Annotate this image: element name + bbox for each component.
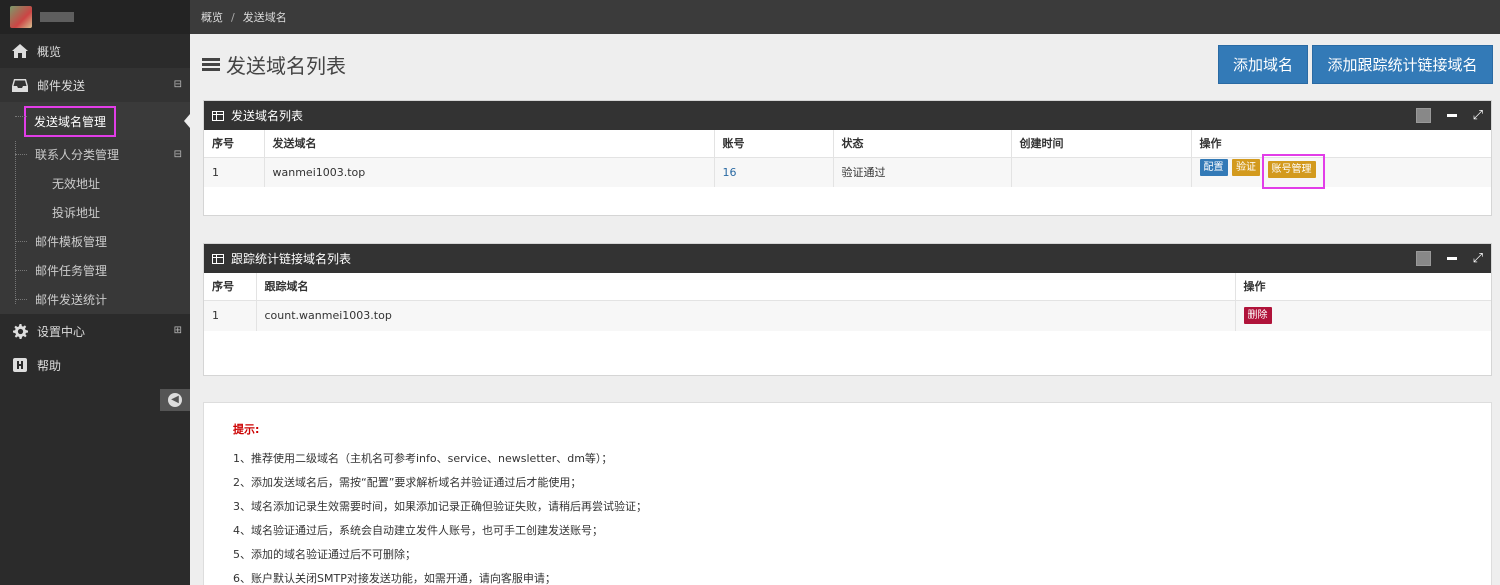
row-actions: 配置 验证 账号管理 — [1191, 153, 1491, 189]
table-icon — [212, 110, 224, 121]
minimize-icon[interactable] — [1446, 114, 1457, 117]
sidebar-item-help[interactable]: 帮助 — [0, 348, 190, 382]
fullscreen-icon[interactable]: ⤢ — [1473, 109, 1483, 122]
account-count-link[interactable]: 16 — [723, 166, 737, 179]
color-picker-icon[interactable] — [1415, 251, 1431, 266]
home-icon — [12, 43, 28, 59]
sidebar-item-mail-send[interactable]: 邮件发送 ⊟ — [0, 68, 190, 102]
column-header: 跟踪域名 — [256, 273, 1236, 301]
sidebar-item-label: 邮件发送 — [37, 78, 86, 93]
tracking-domain-panel: 跟踪统计链接域名列表 ⤢ 序号 跟踪域名 操作 1 count.wanmei10… — [203, 243, 1492, 376]
column-header: 操作 — [1191, 130, 1491, 158]
panel-title: 跟踪统计链接域名列表 — [231, 252, 352, 266]
breadcrumb-current: 发送域名 — [242, 11, 287, 24]
mail-send-submenu: 发送域名管理 联系人分类管理 ⊟ 无效地址 投诉地址 邮件模板管理 邮件任务管理… — [0, 102, 190, 314]
sidebar-item-mail-template[interactable]: 邮件模板管理 — [0, 227, 190, 256]
config-button[interactable]: 配置 — [1199, 158, 1228, 176]
sidebar-item-invalid-address[interactable]: 无效地址 — [0, 169, 190, 198]
sidebar-item-label: 邮件发送统计 — [35, 293, 108, 307]
minimize-icon[interactable] — [1446, 257, 1457, 260]
color-picker-icon[interactable] — [1415, 108, 1431, 123]
tip-line: 2、添加发送域名后，需按“配置”要求解析域名并验证通过后才能使用； — [233, 476, 582, 489]
sidebar-item-send-domain[interactable]: 发送域名管理 — [0, 102, 190, 140]
column-header: 账号 — [714, 130, 834, 158]
breadcrumb: 概览 / 发送域名 — [190, 0, 1500, 34]
expand-toggle-icon[interactable]: ⊞ — [174, 325, 182, 336]
brand — [0, 0, 190, 34]
row-status: 验证通过 — [833, 157, 1012, 187]
row-created — [1011, 157, 1192, 187]
tips-title: 提示: — [233, 423, 260, 436]
help-h-icon — [12, 357, 28, 373]
username-blurred — [40, 12, 74, 22]
tracking-domain-table: 序号 跟踪域名 操作 1 count.wanmei1003.top 删除 — [204, 273, 1491, 331]
tip-line: 3、域名添加记录生效需要时间，如果添加记录正确但验证失败，请稍后再尝试验证； — [233, 500, 647, 513]
sidebar: 概览 邮件发送 ⊟ 发送域名管理 联系人分类管理 ⊟ 无效地址 投诉地址 邮件模… — [0, 0, 190, 585]
add-tracking-domain-button[interactable]: 添加跟踪统计链接域名 — [1312, 45, 1493, 84]
tip-line: 1、推荐使用二级域名（主机名可参考info、service、newsletter… — [233, 452, 613, 465]
row-actions: 删除 — [1235, 300, 1491, 331]
panel-header: 发送域名列表 ⤢ — [204, 101, 1491, 130]
sidebar-collapse-button[interactable]: ◀ — [160, 389, 190, 411]
column-header: 状态 — [833, 130, 1012, 158]
column-header: 发送域名 — [264, 130, 715, 158]
row-account[interactable]: 16 — [714, 157, 834, 187]
sidebar-item-contact-category[interactable]: 联系人分类管理 ⊟ — [0, 140, 190, 169]
column-header: 操作 — [1235, 273, 1491, 301]
highlight-box: 账号管理 — [1261, 153, 1325, 189]
send-domain-panel: 发送域名列表 ⤢ 序号 发送域名 账号 状态 创建时间 操作 1 wanmei1… — [203, 100, 1492, 216]
account-management-button[interactable]: 账号管理 — [1267, 160, 1316, 178]
page-title-area: 发送域名列表 — [202, 46, 346, 82]
inbox-icon — [12, 77, 28, 93]
row-index: 1 — [204, 157, 265, 187]
delete-button[interactable]: 删除 — [1243, 307, 1272, 325]
panel-header: 跟踪统计链接域名列表 ⤢ — [204, 244, 1491, 273]
collapse-toggle-icon[interactable]: ⊟ — [174, 149, 182, 160]
sidebar-item-label: 设置中心 — [37, 324, 86, 339]
row-index: 1 — [204, 300, 257, 331]
sidebar-item-mail-task[interactable]: 邮件任务管理 — [0, 256, 190, 285]
avatar[interactable] — [10, 6, 32, 28]
column-header: 创建时间 — [1011, 130, 1192, 158]
arrow-left-circle-icon: ◀ — [168, 393, 182, 407]
sidebar-item-label: 邮件任务管理 — [35, 264, 108, 278]
list-icon — [202, 57, 220, 71]
table-icon — [212, 253, 224, 264]
row-domain: count.wanmei1003.top — [256, 300, 1236, 331]
tip-line: 4、域名验证通过后，系统会自动建立发件人账号，也可手工创建发送账号； — [233, 524, 603, 537]
sidebar-item-label: 邮件模板管理 — [35, 235, 108, 249]
tips-panel: 提示: 1、推荐使用二级域名（主机名可参考info、service、newsle… — [203, 402, 1492, 585]
sidebar-item-label: 联系人分类管理 — [35, 148, 120, 162]
collapse-toggle-icon[interactable]: ⊟ — [174, 79, 182, 90]
send-domain-table: 序号 发送域名 账号 状态 创建时间 操作 1 wanmei1003.top 1… — [204, 130, 1491, 189]
page-title: 发送域名列表 — [226, 53, 346, 78]
fullscreen-icon[interactable]: ⤢ — [1473, 252, 1483, 265]
breadcrumb-home[interactable]: 概览 — [201, 9, 223, 25]
verify-button[interactable]: 验证 — [1232, 158, 1260, 176]
sidebar-item-label: 概览 — [37, 44, 62, 59]
sidebar-item-label: 帮助 — [37, 358, 62, 373]
tip-line: 5、添加的域名验证通过后不可删除； — [233, 548, 416, 561]
add-domain-button[interactable]: 添加域名 — [1218, 45, 1308, 84]
tip-line: 6、账户默认关闭SMTP对接发送功能，如需开通，请向客服申请； — [233, 572, 556, 585]
breadcrumb-separator: / — [231, 10, 235, 24]
table-row: 1 wanmei1003.top 16 验证通过 配置 验证 账号管理 — [204, 153, 1491, 189]
gear-icon — [12, 323, 28, 339]
panel-title: 发送域名列表 — [231, 109, 304, 123]
sidebar-item-label: 投诉地址 — [52, 206, 101, 220]
column-header: 序号 — [204, 130, 265, 158]
sidebar-item-complaint-address[interactable]: 投诉地址 — [0, 198, 190, 227]
row-domain: wanmei1003.top — [264, 157, 715, 187]
column-header: 序号 — [204, 273, 257, 301]
table-row: 1 count.wanmei1003.top 删除 — [204, 300, 1491, 331]
sidebar-item-settings[interactable]: 设置中心 ⊞ — [0, 314, 190, 348]
sidebar-item-overview[interactable]: 概览 — [0, 34, 190, 68]
sidebar-item-mail-stats[interactable]: 邮件发送统计 — [0, 285, 190, 314]
sidebar-item-label: 无效地址 — [52, 177, 101, 191]
sidebar-item-label: 发送域名管理 — [24, 105, 117, 137]
